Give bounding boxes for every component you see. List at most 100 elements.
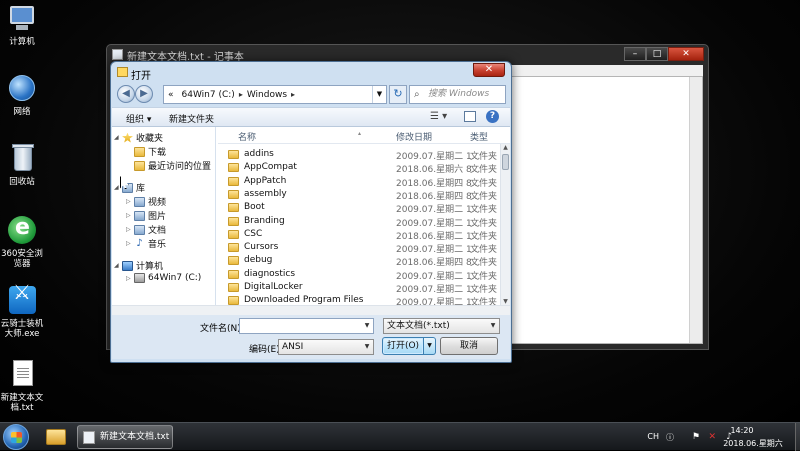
- tray-help-icon[interactable]: ⓘ: [666, 432, 674, 443]
- breadcrumb-windows[interactable]: Windows: [247, 90, 287, 100]
- help-button[interactable]: ?: [486, 110, 499, 123]
- file-list-scrollbar[interactable]: ▲ ▼: [500, 144, 510, 305]
- minimize-button[interactable]: –: [624, 47, 646, 61]
- open-button[interactable]: 打开(O): [382, 337, 424, 355]
- show-desktop-button[interactable]: [795, 423, 800, 451]
- file-row[interactable]: addins 2009.07.星期二 1... 文件夹: [218, 148, 498, 162]
- expand-arrow-icon[interactable]: ▷: [126, 240, 134, 247]
- nav-item[interactable]: ◢ 计算机: [114, 259, 163, 272]
- scroll-down-icon[interactable]: ▼: [501, 298, 510, 305]
- desktop-icon-label: 新建文本文档.txt: [0, 393, 44, 413]
- breadcrumb-drive[interactable]: 64Win7 (C:): [182, 90, 235, 100]
- scroll-up-icon[interactable]: ▲: [501, 144, 510, 151]
- address-overflow[interactable]: «: [168, 90, 174, 100]
- address-dropdown[interactable]: ▼: [372, 86, 386, 103]
- cancel-button[interactable]: 取消: [440, 337, 498, 355]
- file-row[interactable]: assembly 2018.06.星期四 8... 文件夹: [218, 188, 498, 202]
- file-type: 文件夹: [470, 152, 498, 162]
- taskbar-explorer-button[interactable]: [40, 424, 72, 450]
- file-row[interactable]: AppPatch 2018.06.星期四 8... 文件夹: [218, 175, 498, 189]
- filetype-dropdown[interactable]: ▼: [487, 319, 499, 333]
- nav-item[interactable]: 下载: [126, 145, 166, 158]
- search-input[interactable]: ⌕ 搜索 Windows: [409, 85, 506, 104]
- folder-icon: [134, 160, 145, 171]
- expand-arrow-icon[interactable]: ◢: [114, 262, 122, 269]
- organize-button[interactable]: 组织 ▾: [126, 112, 151, 125]
- file-date: 2009.07.星期二 1...: [396, 152, 481, 162]
- close-button[interactable]: ✕: [668, 47, 704, 61]
- desktop-icon-recycle-bin[interactable]: 回收站: [0, 144, 44, 187]
- ime-indicator[interactable]: CH: [647, 432, 659, 441]
- tray-flag-icon[interactable]: ⚑: [692, 432, 700, 442]
- forward-button[interactable]: ▶: [135, 85, 153, 103]
- expand-arrow-icon[interactable]: ▷: [126, 275, 134, 282]
- expand-arrow-icon[interactable]: ▷: [126, 198, 134, 205]
- refresh-button[interactable]: ↻: [389, 85, 407, 104]
- column-header-date[interactable]: 修改日期: [396, 130, 432, 143]
- folder-icon: [134, 146, 145, 157]
- file-row[interactable]: Boot 2009.07.星期二 1... 文件夹: [218, 201, 498, 215]
- desktop-icon-installer[interactable]: 云骑士装机大师.exe: [0, 286, 44, 339]
- expand-arrow-icon[interactable]: ▷: [126, 226, 134, 233]
- expand-arrow-icon[interactable]: ▷: [126, 212, 134, 219]
- nav-item[interactable]: ◢ 收藏夹: [114, 131, 163, 144]
- nav-item[interactable]: ▷ 64Win7 (C:): [126, 273, 201, 283]
- clock-date[interactable]: 2018.06.星期六: [712, 438, 794, 449]
- sort-arrow-icon: ▴: [358, 130, 362, 137]
- column-header-name[interactable]: 名称: [238, 130, 256, 143]
- breadcrumb-separator[interactable]: ▸: [239, 90, 243, 99]
- expand-arrow-icon[interactable]: ◢: [114, 134, 122, 141]
- notepad-scrollbar[interactable]: [689, 77, 702, 343]
- search-icon: ⌕: [414, 89, 420, 100]
- new-folder-button[interactable]: 新建文件夹: [169, 112, 214, 125]
- dialog-close-button[interactable]: ✕: [473, 63, 505, 77]
- nav-item[interactable]: ◢ 库: [114, 181, 145, 194]
- maximize-button[interactable]: □: [646, 47, 668, 61]
- file-row[interactable]: diagnostics 2009.07.星期二 1... 文件夹: [218, 268, 498, 282]
- scroll-thumb[interactable]: [502, 154, 509, 170]
- nav-item[interactable]: ▷ ♪ 音乐: [126, 237, 166, 250]
- file-row[interactable]: Cursors 2009.07.星期二 1... 文件夹: [218, 241, 498, 255]
- desktop-icon-text-file[interactable]: 新建文本文档.txt: [0, 360, 44, 413]
- filename-input[interactable]: ▼: [239, 318, 374, 334]
- column-header-type[interactable]: 类型: [470, 130, 488, 143]
- folder-icon: [228, 189, 239, 199]
- horizontal-scrollbar[interactable]: [112, 305, 510, 315]
- nav-item[interactable]: 最近访问的位置: [126, 159, 211, 172]
- nav-item[interactable]: ▷ 文档: [126, 223, 166, 236]
- file-row[interactable]: AppCompat 2018.06.星期六 8... 文件夹: [218, 161, 498, 176]
- music-icon: ♪: [136, 237, 143, 249]
- breadcrumb-separator[interactable]: ▸: [291, 90, 295, 99]
- back-button[interactable]: ◀: [117, 85, 135, 103]
- file-name: addins: [244, 149, 274, 159]
- address-bar[interactable]: « 64Win7 (C:) ▸ Windows ▸ ▼: [163, 85, 387, 104]
- file-date: 2018.06.星期二 1...: [396, 231, 481, 242]
- file-date: 2018.06.星期六 8...: [396, 165, 481, 176]
- file-row[interactable]: DigitalLocker 2009.07.星期二 1... 文件夹: [218, 281, 498, 295]
- file-row[interactable]: debug 2018.06.星期四 8... 文件夹: [218, 254, 498, 268]
- file-row[interactable]: CSC 2018.06.星期二 1... 文件夹: [218, 228, 498, 242]
- filetype-select[interactable]: 文本文档(*.txt) ▼: [383, 318, 500, 334]
- encoding-select[interactable]: ANSI ▼: [278, 339, 374, 355]
- nav-item[interactable]: ▷ 图片: [126, 209, 166, 222]
- desktop-icon-360-browser[interactable]: 360安全浏览器: [0, 215, 44, 269]
- file-row[interactable]: Downloaded Program Files 2009.07.星期二 1...…: [218, 294, 498, 305]
- encoding-dropdown[interactable]: ▼: [361, 340, 373, 354]
- open-dropdown-button[interactable]: ▼: [424, 337, 436, 355]
- file-row[interactable]: Branding 2009.07.星期二 1... 文件夹: [218, 215, 498, 229]
- filetype-value: 文本文档(*.txt): [387, 321, 450, 331]
- start-button[interactable]: [3, 424, 29, 450]
- view-options-button[interactable]: ☰ ▾: [430, 111, 447, 122]
- preview-pane-button[interactable]: [464, 111, 476, 122]
- desktop-icon-network[interactable]: 网络: [0, 74, 44, 117]
- nav-item[interactable]: ▷ 视频: [126, 195, 166, 208]
- clock-time[interactable]: 14:20: [712, 426, 772, 435]
- drive-icon: [134, 273, 145, 283]
- recycle-bin-icon: [6, 144, 38, 174]
- desktop-icon-computer[interactable]: 计算机: [0, 4, 44, 47]
- filename-label: 文件名(N):: [200, 324, 244, 334]
- file-type: 文件夹: [470, 165, 498, 176]
- file-name: AppPatch: [244, 175, 287, 186]
- filename-dropdown[interactable]: ▼: [361, 319, 373, 333]
- taskbar-notepad-button[interactable]: 新建文本文档.txt ...: [77, 425, 173, 449]
